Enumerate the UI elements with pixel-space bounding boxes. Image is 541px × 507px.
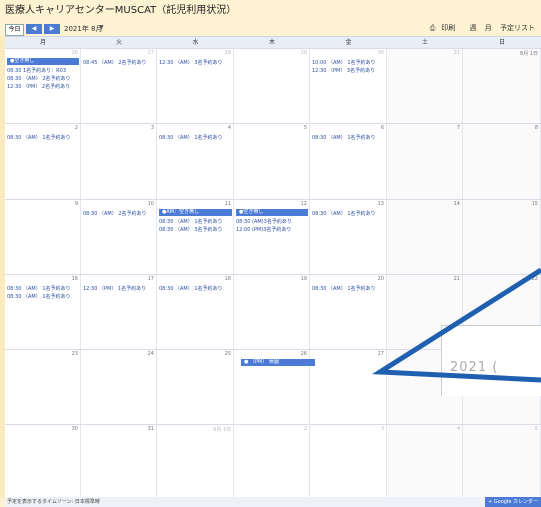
google-calendar-label: Google カレンダー bbox=[493, 499, 538, 505]
plus-icon: + bbox=[487, 499, 493, 505]
google-calendar-button[interactable]: + Google カレンダー bbox=[484, 497, 541, 507]
timezone-note: 予定を表示するタイムゾーン: 日本標準時 bbox=[7, 499, 100, 505]
annotation-arrow bbox=[372, 267, 541, 383]
annotation-arrow-line bbox=[372, 267, 541, 383]
calendar-footer: 予定を表示するタイムゾーン: 日本標準時 + Google カレンダー bbox=[5, 497, 541, 507]
